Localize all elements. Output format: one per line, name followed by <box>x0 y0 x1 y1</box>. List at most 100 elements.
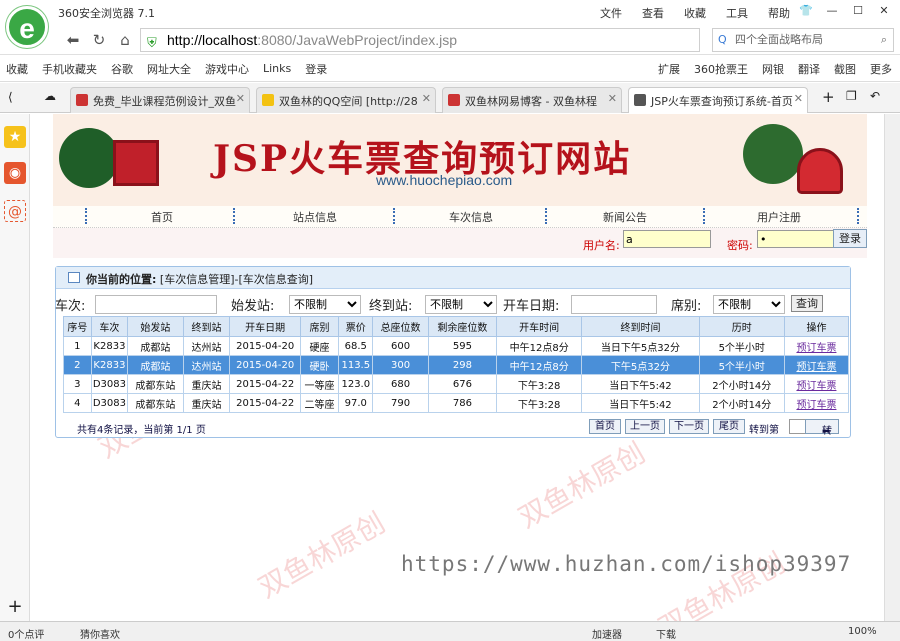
nav-home[interactable]: 首页 <box>151 209 173 225</box>
tab-qq[interactable]: 双鱼林的QQ空间 [http://28 ✕ <box>256 87 436 113</box>
book-ticket-link[interactable]: 预订车票 <box>796 381 836 392</box>
username-input[interactable] <box>623 230 711 248</box>
nav-trains[interactable]: 车次信息 <box>449 209 493 225</box>
bookmark-mobile[interactable]: 手机收藏夹 <box>42 61 97 77</box>
table-row[interactable]: 3 D3083 成都东站 重庆站 2015-04-22 一等座 123.0 680 676 下午3… <box>63 374 850 394</box>
address-bar[interactable]: ⛨ http://localhost:8080/JavaWebProject/i… <box>140 28 700 52</box>
table-cell: 成都站 <box>127 355 184 375</box>
bookmark-games[interactable]: 游戏中心 <box>205 61 249 77</box>
column-header: 终到站 <box>182 316 231 337</box>
book-ticket-link[interactable]: 预订车票 <box>796 400 836 411</box>
tab-close-icon[interactable]: ✕ <box>608 92 617 105</box>
next-page-button[interactable]: 下一页 <box>669 419 709 434</box>
last-page-button[interactable]: 尾页 <box>713 419 745 434</box>
stamp-watermark: 双鱼林原创 <box>512 436 651 535</box>
reload-icon[interactable]: ↻ <box>88 29 110 51</box>
table-cell: 680 <box>372 374 429 394</box>
mail-icon[interactable]: @ <box>4 200 26 222</box>
download-manager[interactable]: 下载 <box>656 626 676 641</box>
menu-help[interactable]: 帮助 <box>768 5 790 21</box>
query-button[interactable]: 查询 <box>791 295 823 312</box>
goto-button[interactable]: ➡ 转 <box>805 419 839 437</box>
train-number-input[interactable] <box>95 295 217 314</box>
book-ticket-link[interactable]: 预订车票 <box>796 343 836 354</box>
back-arrow-icon[interactable]: ⬅ <box>62 29 84 51</box>
ext-more[interactable]: 更多 <box>870 61 892 77</box>
bookmark-favorites[interactable]: 收藏 <box>6 61 28 77</box>
nav-news[interactable]: 新闻公告 <box>603 209 647 225</box>
table-cell: K2833 <box>90 336 129 356</box>
ext-ticket[interactable]: 360抢票王 <box>694 61 748 77</box>
guess-you-like[interactable]: 猜你喜欢 <box>80 626 120 641</box>
ext-extensions[interactable]: 扩展 <box>658 61 680 77</box>
depart-date-input[interactable] <box>571 295 657 314</box>
tab-scroll-left-icon[interactable]: ⟨ <box>8 90 13 104</box>
page-scrollbar[interactable] <box>884 114 900 621</box>
to-station-label: 终到站: <box>369 299 413 314</box>
comments-count[interactable]: 0个点评 <box>8 626 44 641</box>
table-cell: 下午5点32分 <box>581 355 700 375</box>
ext-translate[interactable]: 翻译 <box>798 61 820 77</box>
location-label: 你当前的位置: <box>86 273 157 286</box>
table-cell: 2015-04-20 <box>229 336 301 356</box>
first-page-button[interactable]: 首页 <box>589 419 621 434</box>
bookmark-login[interactable]: 登录 <box>305 61 327 77</box>
table-cell: 3 <box>63 374 92 394</box>
column-header: 剩余座位数 <box>427 316 498 337</box>
tab-close-icon[interactable]: ✕ <box>422 92 431 105</box>
location-path: [车次信息管理]-[车次信息查询] <box>159 273 314 286</box>
maximize-icon[interactable]: ☐ <box>846 2 870 20</box>
menu-favorites[interactable]: 收藏 <box>684 5 706 21</box>
table-row[interactable]: 1 K2833 成都站 达州站 2015-04-20 硬座 68.5 600 595 中午12点8… <box>63 336 850 356</box>
site-banner: JSP火车票查询预订网站 www.huochepiao.com <box>53 114 867 206</box>
undo-close-icon[interactable]: ↶ <box>870 89 880 103</box>
tab-blog[interactable]: 双鱼林网易博客 - 双鱼林程 ✕ <box>442 87 622 113</box>
tab-jsp-active[interactable]: JSP火车票查询预订系统-首页 ✕ <box>628 87 808 113</box>
seat-type-select[interactable]: 不限制 <box>713 295 785 314</box>
table-cell: 2015-04-22 <box>229 393 301 413</box>
zoom-level[interactable]: 100% <box>848 626 877 637</box>
table-row[interactable]: 2 K2833 成都站 达州站 2015-04-20 硬卧 113.5 300 298 中午12点… <box>63 355 850 375</box>
close-icon[interactable]: ✕ <box>872 2 896 20</box>
nav-divider <box>545 208 547 224</box>
tab-close-icon[interactable]: ✕ <box>236 92 245 105</box>
nav-register[interactable]: 用户注册 <box>757 209 801 225</box>
from-station-select[interactable]: 不限制 <box>289 295 361 314</box>
prev-page-button[interactable]: 上一页 <box>625 419 665 434</box>
bookmark-links[interactable]: Links <box>263 62 291 75</box>
table-cell: 预订车票 <box>783 374 850 394</box>
new-tab-icon[interactable]: + <box>822 88 835 106</box>
menu-tools[interactable]: 工具 <box>726 5 748 21</box>
table-row[interactable]: 4 D3083 成都东站 重庆站 2015-04-22 二等座 97.0 790 786 下午3:… <box>63 393 850 413</box>
tab-close-icon[interactable]: ✕ <box>794 92 803 105</box>
to-station-select[interactable]: 不限制 <box>425 295 497 314</box>
cloud-icon[interactable]: ☁ <box>44 89 56 103</box>
ext-bank[interactable]: 网银 <box>762 61 784 77</box>
menu-view[interactable]: 查看 <box>642 5 664 21</box>
weibo-icon[interactable]: ◉ <box>4 162 26 184</box>
panel-title: 你当前的位置: [车次信息管理]-[车次信息查询] <box>56 267 850 289</box>
ext-screenshot[interactable]: 截图 <box>834 61 856 77</box>
accelerator[interactable]: 加速器 <box>592 626 622 641</box>
bookmark-google[interactable]: 谷歌 <box>111 61 133 77</box>
table-header-row: 序号 车次 始发站 终到站 开车日期 席别 票价 总座位数 剩余座位数 开车时间 终到时间 历时 操作 <box>63 316 850 337</box>
tab-course[interactable]: 免费_毕业课程范例设计_双鱼 ✕ <box>70 87 250 113</box>
tab-list-icon[interactable]: ❐ <box>846 89 857 103</box>
search-icon[interactable]: ⌕ <box>881 29 887 51</box>
bookmark-sites[interactable]: 网址大全 <box>147 61 191 77</box>
train-table: 序号 车次 始发站 终到站 开车日期 席别 票价 总座位数 剩余座位数 开车时间 终到时间 历时 操作 … <box>63 316 850 413</box>
add-sidebar-icon[interactable]: + <box>4 596 26 618</box>
home-icon[interactable]: ⌂ <box>114 29 136 51</box>
book-ticket-link[interactable]: 预订车票 <box>796 362 836 373</box>
url-path: :8080/JavaWebProject/index.jsp <box>257 32 458 48</box>
table-cell: 298 <box>427 355 498 375</box>
menu-file[interactable]: 文件 <box>600 5 622 21</box>
minimize-icon[interactable]: — <box>820 2 844 20</box>
favorites-star-icon[interactable]: ★ <box>4 126 26 148</box>
skin-icon[interactable]: 👕 <box>794 2 818 20</box>
url-host: http://localhost <box>167 32 258 48</box>
password-label: 密码: <box>727 239 753 252</box>
login-button[interactable]: 登录 <box>833 229 867 248</box>
search-input[interactable]: Q 四个全面战略布局 ⌕ <box>712 28 894 52</box>
nav-station[interactable]: 站点信息 <box>293 209 337 225</box>
